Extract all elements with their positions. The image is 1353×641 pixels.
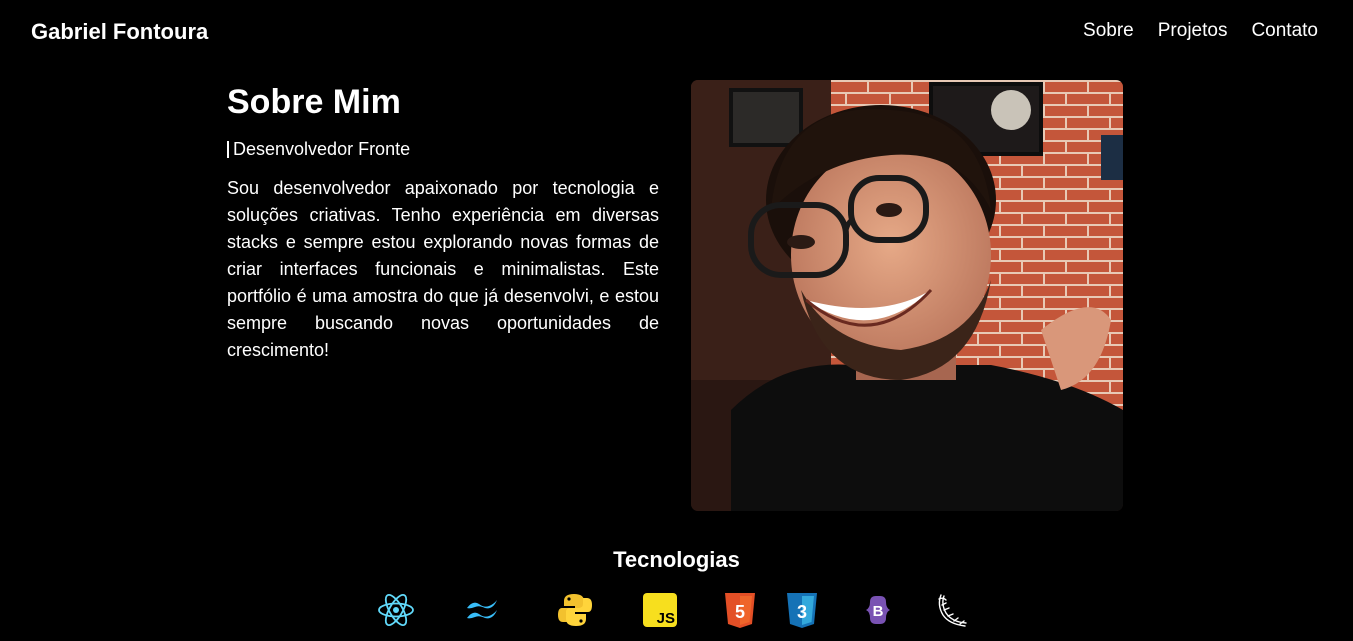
role-text: Desenvolvedor Fronte <box>233 138 411 159</box>
bootstrap-icon: B <box>859 591 897 629</box>
typewriter-role: Desenvolvedor Fronte <box>227 137 659 161</box>
html5-icon: 5 <box>721 591 759 629</box>
svg-text:B: B <box>873 603 884 620</box>
about-section: Sobre Mim Desenvolvedor Fronte Sou desen… <box>227 80 659 364</box>
nav-link-sobre[interactable]: Sobre <box>1083 20 1134 42</box>
css3-icon: 3 <box>783 591 821 629</box>
svg-text:JS: JS <box>657 610 675 627</box>
react-icon <box>377 591 415 629</box>
site-header: Gabriel Fontoura Sobre Projetos Contato <box>0 0 1353 66</box>
svg-text:3: 3 <box>797 602 807 622</box>
nav-link-contato[interactable]: Contato <box>1251 20 1318 42</box>
technologies-title: Tecnologias <box>613 547 740 572</box>
flask-icon <box>933 591 971 629</box>
tailwind-icon <box>463 591 501 629</box>
about-bio: Sou desenvolvedor apaixonado por tecnolo… <box>227 178 659 360</box>
brand-name[interactable]: Gabriel Fontoura <box>31 19 208 45</box>
main-nav: Sobre Projetos Contato <box>1083 20 1318 42</box>
typing-caret <box>227 140 229 158</box>
svg-text:5: 5 <box>735 602 745 622</box>
python-icon <box>556 591 594 629</box>
javascript-icon: JS <box>641 591 679 629</box>
nav-link-projetos[interactable]: Projetos <box>1158 20 1228 42</box>
profile-photo <box>691 80 1123 511</box>
about-title: Sobre Mim <box>227 83 401 121</box>
